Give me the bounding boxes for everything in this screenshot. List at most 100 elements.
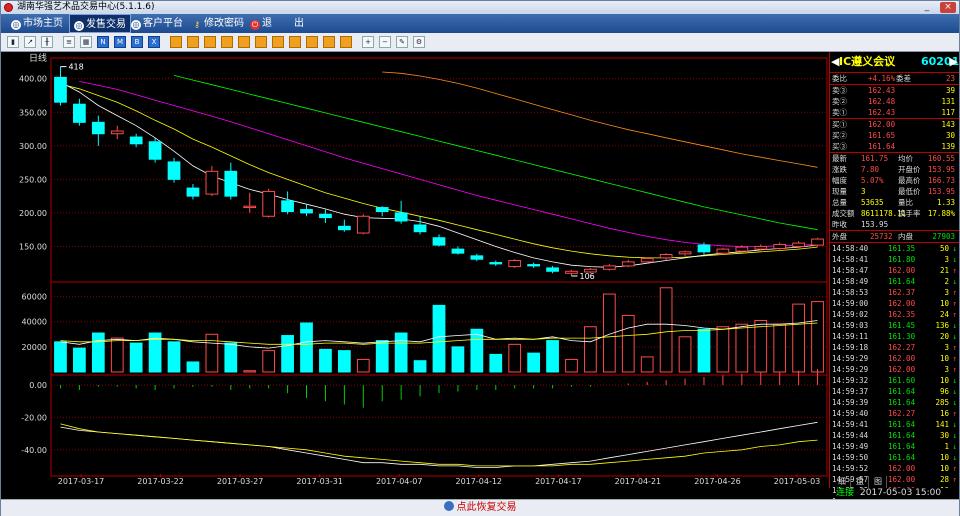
- volume-bar: [224, 342, 238, 373]
- volume-bar: [167, 341, 181, 373]
- tick-row: 14:59:29 162.00 10 ↑: [830, 353, 959, 364]
- restore-trading-link[interactable]: 点此恢复交易: [457, 502, 517, 513]
- bar-chart-icon[interactable]: ▮: [7, 36, 19, 48]
- candle-body: [735, 246, 749, 252]
- ratio-value: +4.16%: [868, 74, 896, 83]
- outer-volume: 25732: [870, 232, 893, 241]
- pen-icon[interactable]: ✎: [396, 36, 408, 48]
- menu-change-password[interactable]: ⚷ 修改密码: [188, 14, 248, 33]
- volume-bar: [337, 350, 351, 373]
- tick-price: 162.27: [888, 409, 916, 418]
- inner-volume: 27903: [932, 232, 955, 241]
- arrow-up-icon: ↑: [952, 354, 957, 363]
- stock-name: IC遵义会议: [839, 55, 896, 68]
- tick-price: 161.80: [888, 255, 916, 264]
- f11-icon[interactable]: [340, 36, 352, 48]
- arrow-down-icon: ↓: [952, 387, 957, 396]
- tick-volume: 141: [935, 420, 949, 429]
- candle-body: [281, 200, 294, 213]
- menu-trading[interactable]: ◎ 发售交易: [69, 14, 131, 33]
- f6-icon[interactable]: [255, 36, 267, 48]
- zoom-in-icon[interactable]: +: [362, 36, 374, 48]
- indicator-dif-line: [60, 421, 818, 468]
- status-bar: 点此恢复交易: [1, 499, 959, 516]
- volume-bar: [243, 370, 257, 373]
- next-stock-button[interactable]: ▶: [950, 54, 958, 70]
- tab-chart[interactable]: 图: [870, 476, 887, 488]
- n-icon[interactable]: N: [97, 36, 109, 48]
- bid-label: 买③: [832, 142, 847, 151]
- tick-row: 14:59:02 162.35 24 ↑: [830, 309, 959, 320]
- volume-bar: [356, 358, 370, 373]
- quote-label: 最新: [832, 154, 847, 163]
- f9-icon[interactable]: [306, 36, 318, 48]
- candle-body: [432, 237, 446, 246]
- volume-bar: [811, 301, 824, 373]
- date-tick-label: 2017-04-12: [456, 477, 503, 486]
- b-icon[interactable]: B: [131, 36, 143, 48]
- quote-value: 5.07%: [861, 176, 884, 185]
- tick-price: 162.35: [888, 310, 916, 319]
- close-button[interactable]: ×: [940, 2, 956, 13]
- tick-time: 14:59:32: [832, 376, 869, 385]
- m-icon[interactable]: M: [114, 36, 126, 48]
- f2-icon[interactable]: [187, 36, 199, 48]
- menu-client-platform[interactable]: ◎ 客户平台: [127, 14, 187, 33]
- candle-body: [508, 260, 522, 268]
- menu-market-home[interactable]: ◎ 市场主页: [7, 14, 67, 33]
- volume-bar: [773, 323, 787, 373]
- bid-volume: 139: [941, 142, 955, 151]
- date-tick-label: 2017-03-22: [137, 477, 184, 486]
- f10-icon[interactable]: [323, 36, 335, 48]
- arrow-up-icon: ↑: [952, 288, 957, 297]
- quote-value: 17.88%: [927, 209, 955, 218]
- x-icon[interactable]: X: [148, 36, 160, 48]
- ask-row: 卖① 162.43 117: [830, 107, 959, 118]
- bid-price: 161.65: [868, 131, 896, 140]
- tick-price: 161.35: [888, 244, 916, 253]
- line-chart-icon[interactable]: ↗: [24, 36, 36, 48]
- f1-icon[interactable]: [170, 36, 182, 48]
- grid-icon[interactable]: ▦: [80, 36, 92, 48]
- tab-detail[interactable]: 细: [834, 476, 851, 488]
- candle-body: [337, 225, 351, 231]
- f8-icon[interactable]: [289, 36, 301, 48]
- tick-price: 162.27: [888, 343, 916, 352]
- tick-price: 162.00: [888, 365, 916, 374]
- f3-icon[interactable]: [204, 36, 216, 48]
- f7-icon[interactable]: [272, 36, 284, 48]
- volume-bar: [186, 361, 200, 373]
- tick-price: 162.00: [888, 354, 916, 363]
- volume-bar: [546, 340, 559, 373]
- gear-icon[interactable]: ⚙: [413, 36, 425, 48]
- arrow-up-icon: ↑: [952, 409, 957, 418]
- outer-inner-row: 外盘 25732 内盘 27903: [830, 231, 959, 242]
- quote-label: 最低价: [898, 187, 921, 196]
- tick-time: 14:59:41: [832, 420, 869, 429]
- tick-price: 161.64: [888, 398, 916, 407]
- tab-board[interactable]: 盘: [852, 476, 869, 488]
- volume-bar: [375, 340, 389, 373]
- tick-row: 14:58:40 161.35 50 ↓: [830, 243, 959, 254]
- tick-volume: 96: [939, 387, 949, 396]
- tick-price: 161.64: [888, 387, 916, 396]
- f5-icon[interactable]: [238, 36, 250, 48]
- volume-bar: [319, 348, 332, 373]
- tick-row: 14:59:40 162.27 16 ↑: [830, 408, 959, 419]
- tick-price: 161.64: [888, 431, 916, 440]
- zoom-out-icon[interactable]: −: [379, 36, 391, 48]
- tick-price: 161.64: [888, 442, 916, 451]
- menu-exit[interactable]: ⏻ 退 出: [246, 14, 308, 33]
- minimize-button[interactable]: _: [919, 2, 935, 13]
- quote-value: 53635: [861, 198, 884, 207]
- candlestick-chart[interactable]: 日线 400.00 350.00 300.00 250.00 200.00 150.00 60…: [1, 52, 829, 488]
- quote-label: 最高价: [898, 176, 921, 185]
- tick-volume: 3: [944, 365, 949, 374]
- f4-icon[interactable]: [221, 36, 233, 48]
- list-icon[interactable]: ≡: [63, 36, 75, 48]
- quote-label: 量比: [898, 198, 913, 207]
- app-logo-icon: [4, 3, 13, 12]
- indicator-tick-label: -40.00: [21, 446, 47, 455]
- candle-icon[interactable]: ╫: [41, 36, 53, 48]
- tick-price: 162.00: [888, 266, 916, 275]
